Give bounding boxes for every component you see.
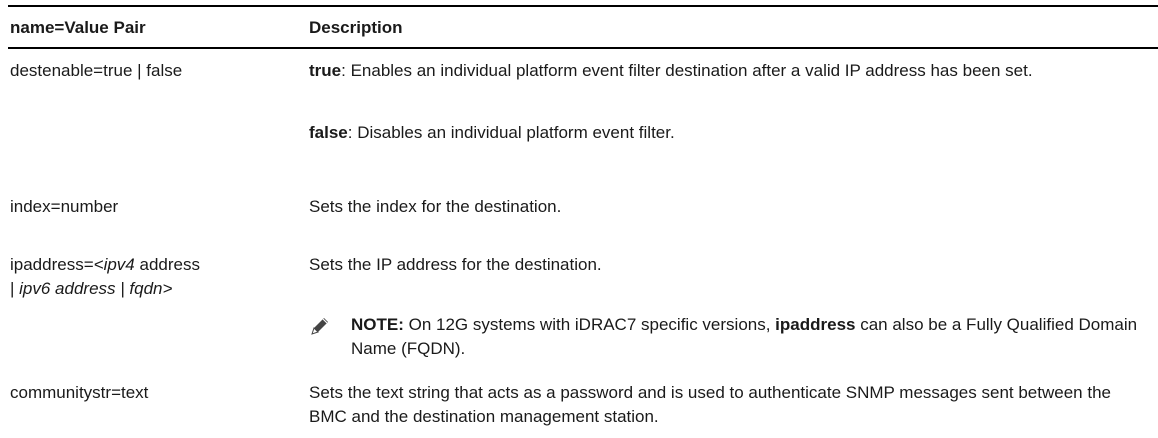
- row-communitystr-name: communitystr=text: [10, 383, 149, 402]
- row-destenable-name: destenable=true | false: [10, 61, 183, 80]
- header-description: Description: [309, 18, 403, 37]
- row-index-desc: Sets the index for the destination.: [309, 197, 562, 216]
- row-index-name: index=number: [10, 197, 119, 216]
- row-destenable-false-desc: false: Disables an individual platform e…: [309, 123, 675, 142]
- pencil-note-icon: [311, 318, 328, 335]
- table-top-rule: [8, 5, 1158, 7]
- row-communitystr-desc: Sets the text string that acts as a pass…: [309, 383, 1111, 426]
- header-rule: [8, 47, 1158, 49]
- note-text: NOTE: On 12G systems with iDRAC7 specifi…: [351, 315, 1138, 358]
- false-keyword: false: [309, 123, 348, 142]
- row-ipaddress-name: ipaddress=<ipv4 address | ipv6 address | …: [10, 255, 200, 298]
- row-ipaddress-desc: Sets the IP address for the destination.: [309, 255, 602, 274]
- true-keyword: true: [309, 61, 342, 80]
- row-destenable-true-desc: true: Enables an individual platform eve…: [309, 61, 1033, 80]
- header-name-value-pair: name=Value Pair: [10, 18, 146, 37]
